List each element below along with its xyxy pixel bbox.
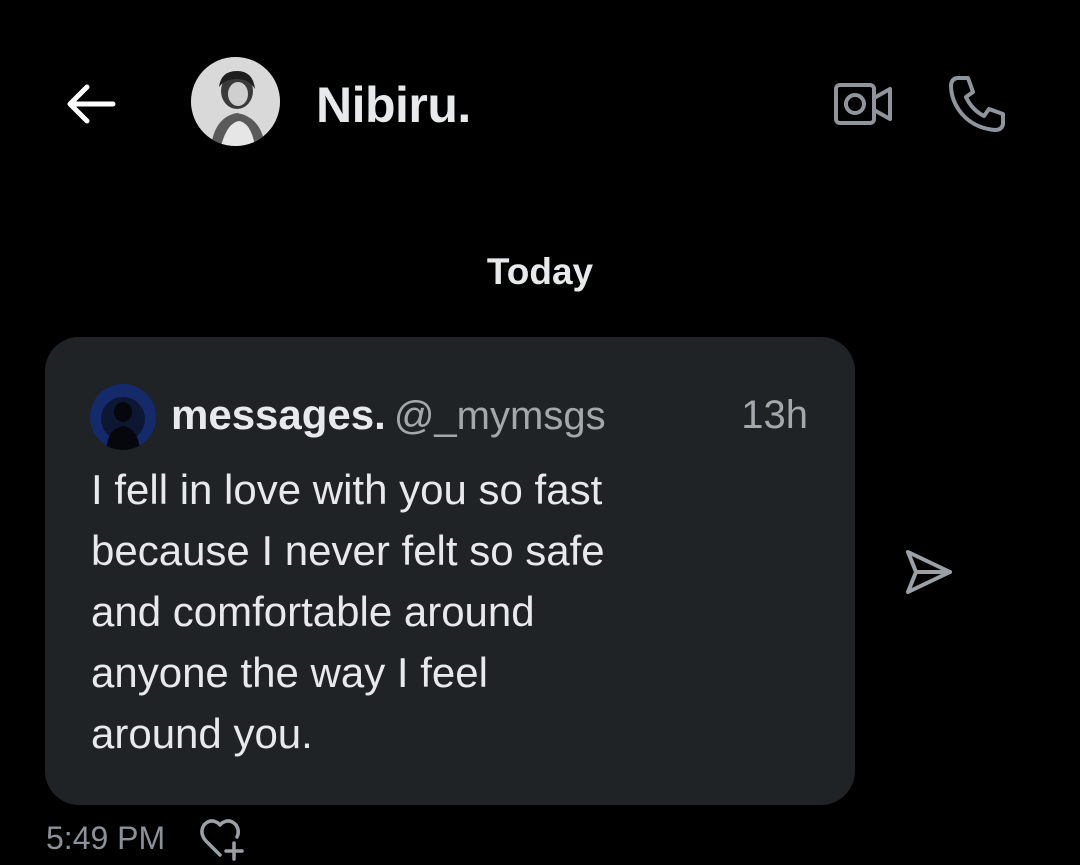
arrow-left-icon <box>67 84 116 124</box>
date-separator: Today <box>486 251 594 292</box>
back-button[interactable] <box>58 74 122 134</box>
contact-avatar-image <box>191 57 280 146</box>
post-text: I fell in love with you so fast because … <box>91 466 605 757</box>
shared-post-card[interactable]: messages. @_mymsgs 13h I fell in love wit… <box>45 337 855 805</box>
send-arrow-icon <box>906 550 952 594</box>
phone-icon <box>949 76 1005 132</box>
voice-call-button[interactable] <box>944 70 1010 136</box>
heart-plus-icon <box>200 819 244 861</box>
post-author-avatar-image <box>90 384 156 450</box>
message-time: 5:49 PM <box>46 820 166 856</box>
post-display-name[interactable]: messages. <box>171 391 386 438</box>
share-post-button[interactable] <box>898 544 958 600</box>
video-camera-icon <box>834 83 892 125</box>
add-reaction-button[interactable] <box>196 814 246 862</box>
post-handle[interactable]: @_mymsgs <box>394 394 606 438</box>
video-call-button[interactable] <box>830 76 896 132</box>
post-header: messages. @_mymsgs <box>171 389 606 441</box>
post-author-avatar[interactable] <box>90 384 156 450</box>
dm-conversation-screen: Nibiru. Today messages. @_mymsgs 13h I fe… <box>0 0 1080 865</box>
contact-avatar[interactable] <box>191 57 280 146</box>
contact-name[interactable]: Nibiru. <box>316 75 471 135</box>
post-timestamp: 13h <box>741 393 808 437</box>
